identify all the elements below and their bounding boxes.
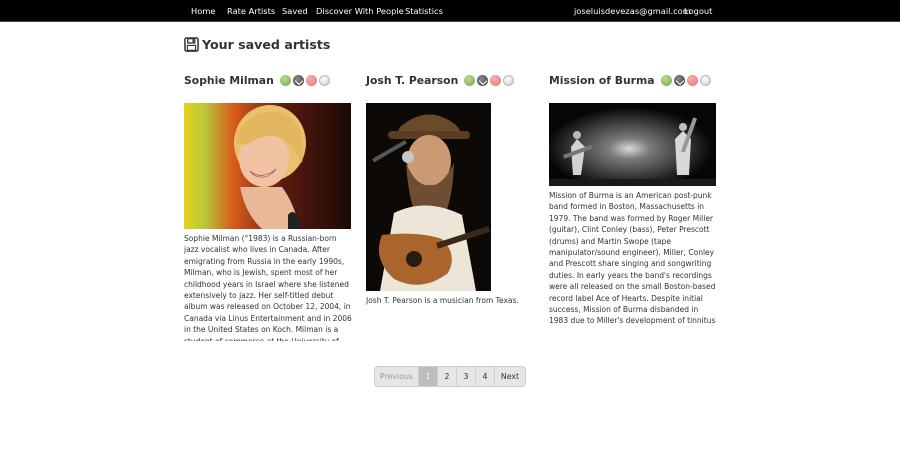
page-4-button[interactable]: 4 — [476, 367, 495, 386]
artist-photo — [184, 103, 351, 229]
rating-controls — [660, 74, 713, 86]
dislike-icon[interactable] — [686, 74, 698, 86]
neutral-icon[interactable] — [292, 74, 304, 86]
dislike-icon[interactable] — [490, 74, 502, 86]
neutral-icon[interactable] — [477, 74, 489, 86]
nav-statistics-link[interactable]: Statistics — [405, 0, 443, 22]
nav-home-link[interactable]: Home — [191, 0, 216, 22]
rating-controls — [464, 74, 516, 86]
dislike-icon[interactable] — [305, 74, 317, 86]
neutral-icon[interactable] — [673, 74, 685, 86]
artist-card: Josh T. Pearson Josh T. Pearson is a mus… — [366, 70, 534, 305]
page-1-button[interactable]: 1 — [419, 367, 438, 386]
artist-card: Sophie Milman Sophie Milman (°1983) is a… — [184, 70, 352, 341]
like-icon[interactable] — [279, 74, 291, 86]
nav-user-email[interactable]: joseluisdevezas@gmail.com — [574, 0, 691, 22]
rating-controls — [279, 74, 332, 86]
page-header: Your saved artists — [184, 35, 330, 53]
clear-icon[interactable] — [503, 74, 515, 86]
artist-card: Mission of Burma Mission of Burma is an … — [549, 70, 717, 325]
like-icon[interactable] — [660, 74, 672, 86]
clear-icon[interactable] — [699, 74, 711, 86]
nav-rate-artists-link[interactable]: Rate Artists — [227, 0, 275, 22]
artist-name[interactable]: Josh T. Pearson — [366, 74, 458, 87]
nav-saved-link[interactable]: Saved — [282, 0, 308, 22]
nav-discover-link[interactable]: Discover With People — [316, 0, 404, 22]
artist-header: Sophie Milman — [184, 70, 352, 90]
nav-logout-link[interactable]: Logout — [684, 0, 712, 22]
save-icon — [184, 36, 199, 52]
artist-bio: Mission of Burma is an American post-pun… — [549, 191, 716, 326]
artist-bio: Josh T. Pearson is a musician from Texas… — [366, 296, 519, 305]
artist-name[interactable]: Mission of Burma — [549, 74, 655, 87]
artist-header: Mission of Burma — [549, 70, 717, 90]
page-title: Your saved artists — [202, 36, 331, 52]
artist-bio: Sophie Milman (°1983) is a Russian-born … — [184, 234, 352, 341]
next-page-button[interactable]: Next — [495, 367, 525, 386]
artist-header: Josh T. Pearson — [366, 70, 534, 90]
top-navbar: Home Rate Artists Saved Discover With Pe… — [0, 0, 900, 22]
artist-photo — [549, 103, 716, 186]
previous-page-button[interactable]: Previous — [375, 367, 419, 386]
artist-photo — [366, 103, 491, 291]
pagination: Previous 1 2 3 4 Next — [374, 366, 526, 387]
like-icon[interactable] — [464, 74, 476, 86]
page-3-button[interactable]: 3 — [457, 367, 476, 386]
clear-icon[interactable] — [318, 74, 330, 86]
artist-name[interactable]: Sophie Milman — [184, 74, 274, 87]
page-2-button[interactable]: 2 — [438, 367, 457, 386]
